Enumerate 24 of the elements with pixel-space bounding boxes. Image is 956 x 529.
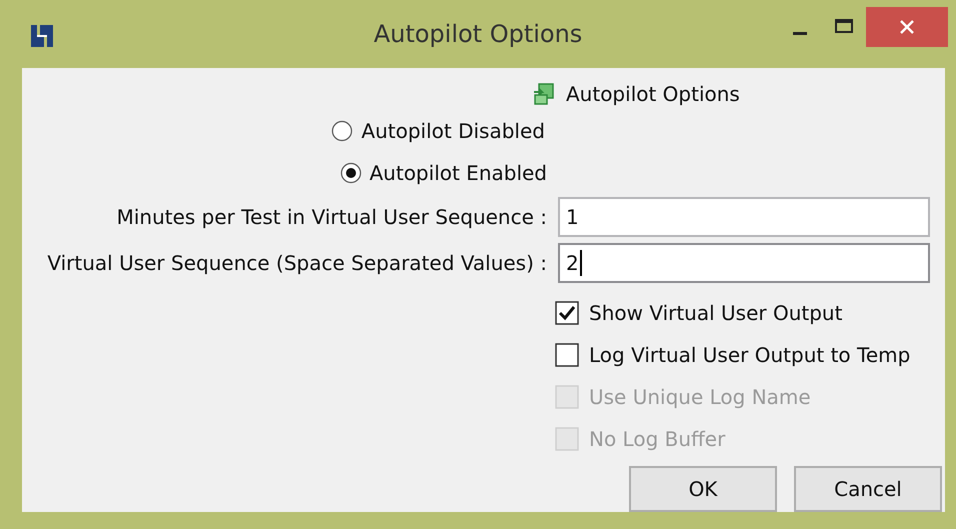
checkbox-label: Use Unique Log Name xyxy=(589,385,811,409)
checkbox-label[interactable]: Log Virtual User Output to Temp xyxy=(589,343,910,367)
radio-label[interactable]: Autopilot Disabled xyxy=(361,119,545,143)
close-button[interactable] xyxy=(866,7,948,47)
checkbox-label[interactable]: Show Virtual User Output xyxy=(589,301,842,325)
checkbox[interactable] xyxy=(555,301,579,325)
text-cursor xyxy=(580,250,582,276)
radio-button[interactable] xyxy=(340,162,362,184)
radio-label[interactable]: Autopilot Enabled xyxy=(370,161,547,185)
app-logo-icon xyxy=(30,24,54,48)
input-field[interactable]: 2 xyxy=(558,243,930,283)
window-title: Autopilot Options xyxy=(374,20,582,48)
dialog-button[interactable]: Cancel xyxy=(794,466,942,512)
maximize-icon xyxy=(835,19,853,33)
section-title: Autopilot Options xyxy=(566,82,740,106)
close-icon xyxy=(900,20,914,34)
minimize-icon xyxy=(793,32,807,34)
field-label: Minutes per Test in Virtual User Sequence : xyxy=(116,205,547,229)
checkbox-label: No Log Buffer xyxy=(589,427,726,451)
checkbox[interactable] xyxy=(555,343,579,367)
input-field[interactable]: 1 xyxy=(558,197,930,237)
dialog-button[interactable]: OK xyxy=(629,466,777,512)
field-label: Virtual User Sequence (Space Separated Values) : xyxy=(46,251,547,275)
radio-button[interactable] xyxy=(331,120,354,142)
